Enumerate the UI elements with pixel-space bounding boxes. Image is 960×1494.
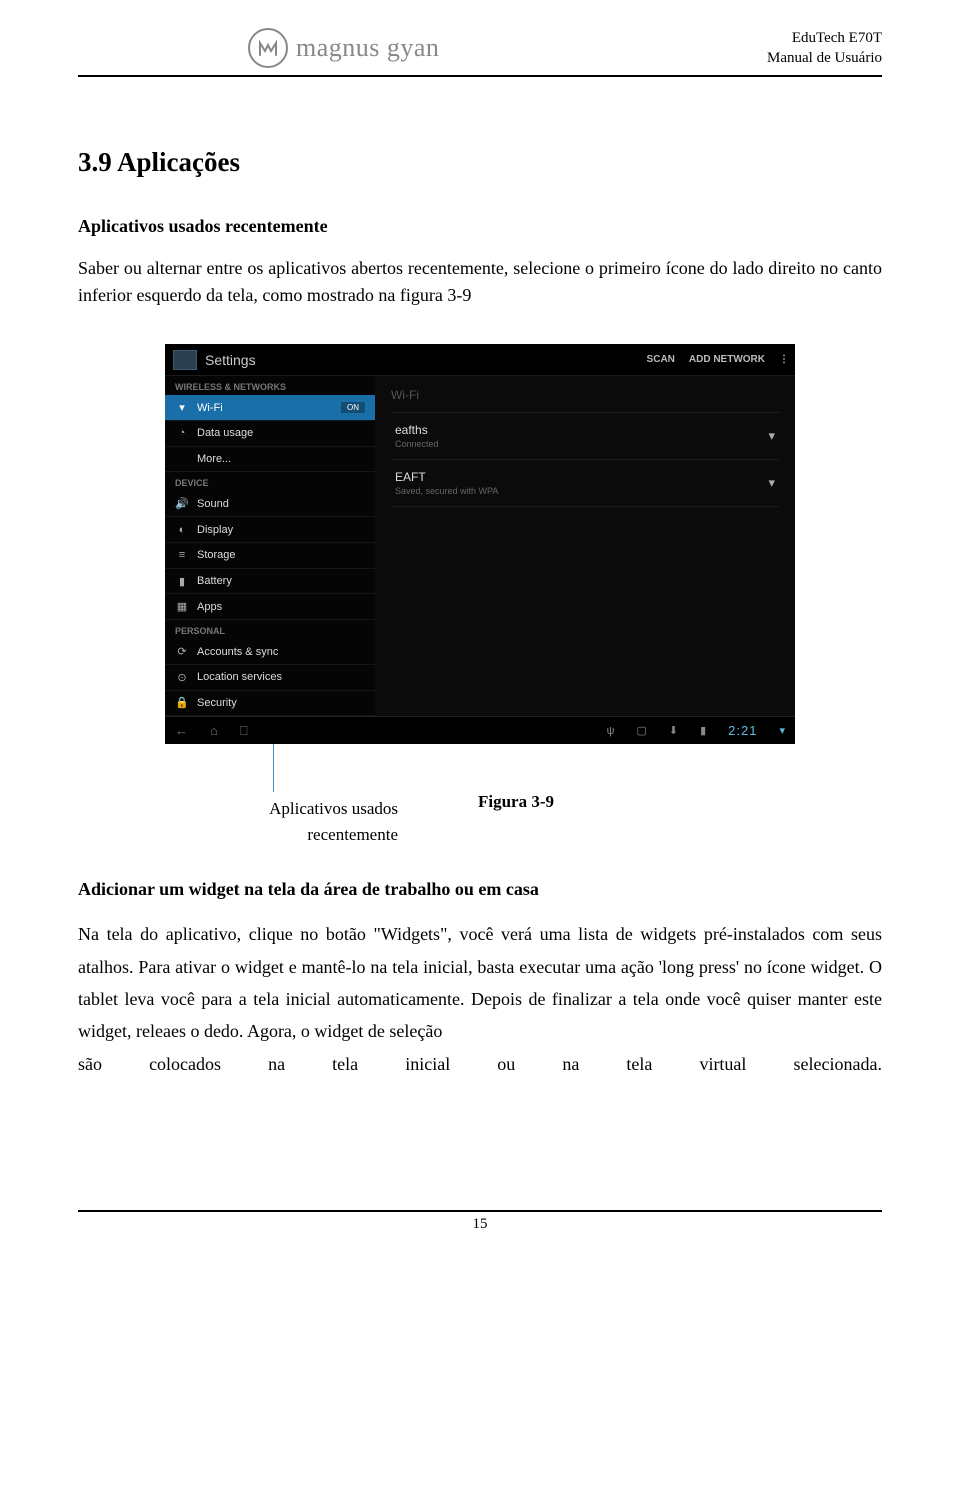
sdcard-icon: ▢ — [636, 724, 646, 737]
network-row-2[interactable]: EAFT Saved, secured with WPA ▾ — [391, 460, 779, 507]
settings-topbar: Settings SCAN ADD NETWORK ⋮ — [165, 344, 795, 376]
figure-caption: Figura 3-9 — [478, 792, 554, 812]
sidebar-item-storage[interactable]: ≡ Storage — [165, 543, 375, 569]
security-label: Security — [197, 697, 237, 709]
navbar-clock: 2:21 — [728, 723, 757, 738]
sidebar-item-security[interactable]: 🔒 Security — [165, 691, 375, 717]
network-name: EAFT — [395, 470, 498, 484]
sidebar-item-more[interactable]: More... — [165, 447, 375, 473]
figure-callout-label: Aplicativos usados recentemente — [228, 796, 398, 847]
storage-icon: ≡ — [175, 549, 189, 561]
intro-paragraph: Saber ou alternar entre os aplicativos a… — [78, 255, 882, 311]
lock-icon: 🔒 — [175, 696, 189, 709]
usb-icon: ψ — [607, 725, 615, 737]
callout-leader-line — [273, 744, 274, 792]
section-title: 3.9 Aplicações — [78, 147, 882, 178]
w9: selecionada. — [794, 1048, 882, 1080]
product-name: EduTech E70T — [767, 28, 882, 48]
settings-title: Settings — [205, 352, 256, 368]
network-name: eafths — [395, 423, 439, 437]
location-icon: ⊙ — [175, 671, 189, 684]
overflow-menu-icon[interactable]: ⋮ — [779, 354, 787, 365]
sound-label: Sound — [197, 498, 229, 510]
category-personal: PERSONAL — [165, 620, 375, 639]
w6: na — [562, 1048, 579, 1080]
settings-sidebar: WIRELESS & NETWORKS ▾ Wi-Fi ON ◔ Data us… — [165, 376, 375, 716]
header-rule — [78, 75, 882, 77]
scan-button[interactable]: SCAN — [647, 354, 675, 365]
wifi-icon: ▾ — [175, 401, 189, 414]
download-icon: ⬇ — [669, 724, 678, 737]
battery-status-icon: ▮ — [700, 724, 706, 737]
sidebar-item-wifi[interactable]: ▾ Wi-Fi ON — [165, 395, 375, 421]
doc-title: Manual de Usuário — [767, 48, 882, 68]
wifi-toggle[interactable]: ON — [341, 402, 365, 413]
w5: ou — [497, 1048, 515, 1080]
brand-logo: magnus gyan — [248, 28, 439, 68]
sidebar-item-battery[interactable]: ▮ Battery — [165, 569, 375, 595]
wifi-label: Wi-Fi — [197, 402, 223, 414]
widget-paragraph: Na tela do aplicativo, clique no botão "… — [78, 918, 882, 1080]
settings-app-icon — [173, 350, 197, 370]
sidebar-item-sound[interactable]: 🔊 Sound — [165, 491, 375, 517]
accounts-label: Accounts & sync — [197, 646, 278, 658]
w1: colocados — [149, 1048, 221, 1080]
data-usage-icon: ◔ — [175, 427, 189, 439]
sidebar-item-data-usage[interactable]: ◔ Data usage — [165, 421, 375, 447]
footer-rule — [78, 1210, 882, 1212]
more-label: More... — [197, 453, 231, 465]
subheading-recent-apps: Aplicativos usados recentemente — [78, 216, 882, 237]
w3: tela — [332, 1048, 358, 1080]
page-number: 15 — [78, 1216, 882, 1233]
w4: inicial — [405, 1048, 450, 1080]
sidebar-item-apps[interactable]: ▦ Apps — [165, 594, 375, 620]
w2: na — [268, 1048, 285, 1080]
w7: tela — [626, 1048, 652, 1080]
android-navbar: ← ⌂ ⎕ ψ ▢ ⬇ ▮ 2:21 ▾ — [165, 716, 795, 744]
network-status: Saved, secured with WPA — [395, 486, 498, 496]
sync-icon: ⟳ — [175, 645, 189, 658]
main-pane-header: Wi-Fi — [391, 384, 779, 413]
subheading-add-widget: Adicionar um widget na tela da área de t… — [78, 879, 882, 900]
brand-name: magnus gyan — [296, 33, 439, 63]
sound-icon: 🔊 — [175, 497, 189, 510]
sidebar-item-location[interactable]: ⊙ Location services — [165, 665, 375, 691]
display-icon: ◐ — [175, 524, 189, 536]
android-settings-screenshot: Settings SCAN ADD NETWORK ⋮ WIRELESS & N… — [165, 344, 795, 744]
display-label: Display — [197, 524, 233, 536]
wifi-signal-icon: ▾ — [768, 475, 775, 491]
storage-label: Storage — [197, 549, 236, 561]
w8: virtual — [699, 1048, 746, 1080]
battery-label: Battery — [197, 575, 232, 587]
logo-mark-icon — [248, 28, 288, 68]
network-status: Connected — [395, 439, 439, 449]
location-label: Location services — [197, 671, 282, 683]
settings-main-pane: Wi-Fi eafths Connected ▾ EAFT Saved, sec… — [375, 376, 795, 716]
sidebar-item-accounts[interactable]: ⟳ Accounts & sync — [165, 639, 375, 665]
sidebar-item-display[interactable]: ◐ Display — [165, 517, 375, 543]
apps-icon: ▦ — [175, 600, 189, 613]
recents-icon[interactable]: ⎕ — [240, 723, 248, 739]
apps-label: Apps — [197, 601, 222, 613]
w0: são — [78, 1048, 102, 1080]
network-row-1[interactable]: eafths Connected ▾ — [391, 413, 779, 460]
wifi-signal-icon: ▾ — [768, 428, 775, 444]
wifi-status-icon: ▾ — [779, 724, 785, 737]
page-header: magnus gyan EduTech E70T Manual de Usuár… — [78, 28, 882, 69]
home-icon[interactable]: ⌂ — [210, 723, 218, 738]
logo-m-icon — [257, 37, 279, 59]
data-usage-label: Data usage — [197, 427, 253, 439]
doc-header-right: EduTech E70T Manual de Usuário — [767, 28, 882, 69]
back-icon[interactable]: ← — [175, 723, 188, 738]
battery-icon: ▮ — [175, 575, 189, 588]
widget-para-last-line: são colocados na tela inicial ou na tela… — [78, 1048, 882, 1080]
widget-para-text: Na tela do aplicativo, clique no botão "… — [78, 924, 882, 1041]
add-network-button[interactable]: ADD NETWORK — [689, 354, 765, 365]
category-wireless: WIRELESS & NETWORKS — [165, 376, 375, 395]
category-device: DEVICE — [165, 472, 375, 491]
